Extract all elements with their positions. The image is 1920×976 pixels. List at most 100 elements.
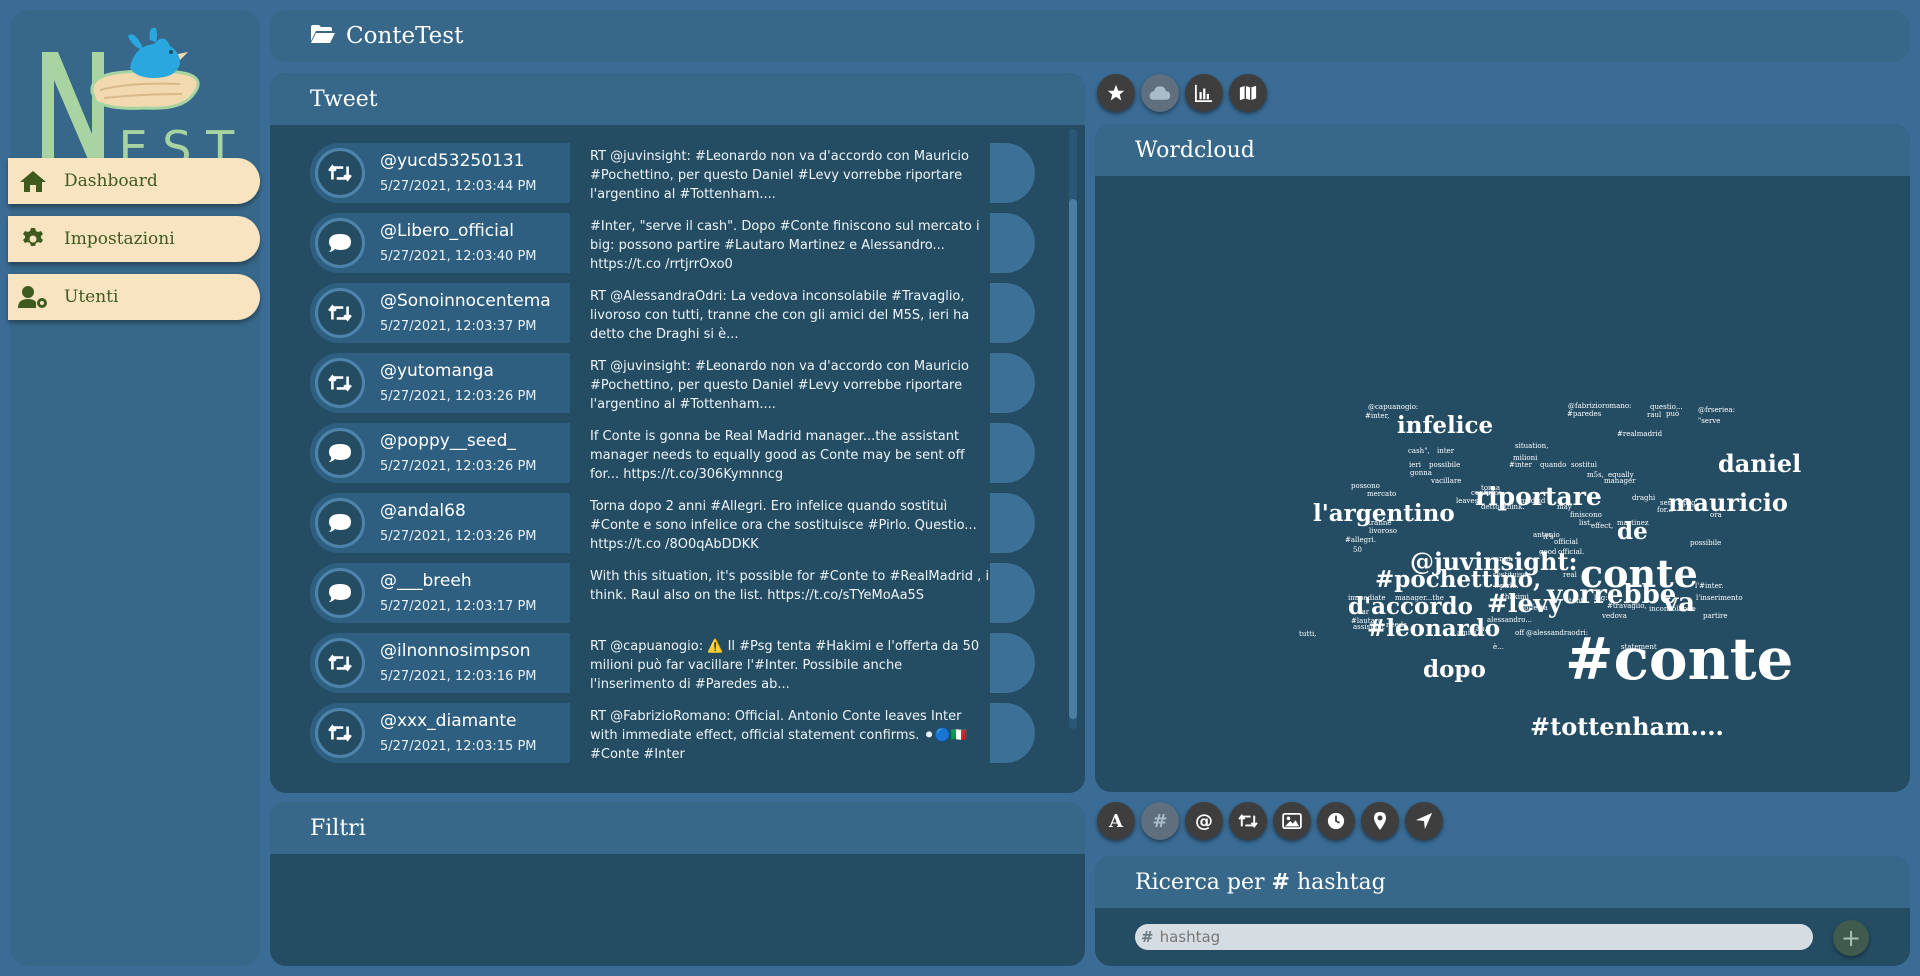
time-filter-button[interactable]: [1317, 802, 1355, 840]
mention-filter-button[interactable]: @: [1185, 802, 1223, 840]
tweet-username[interactable]: @___breeh: [380, 571, 472, 591]
tweet-username[interactable]: @yutomanga: [380, 361, 494, 381]
wordcloud-word[interactable]: #inter: [1509, 462, 1532, 469]
wordcloud-word[interactable]: real: [1563, 572, 1577, 579]
wordcloud-word[interactable]: good: [1539, 549, 1556, 556]
wordcloud-word[interactable]: tranne: [1368, 520, 1392, 527]
geolocation-filter-button[interactable]: [1405, 802, 1443, 840]
wordcloud-word[interactable]: m5s,: [1587, 472, 1604, 479]
wordcloud-word[interactable]: statement: [1621, 644, 1657, 651]
wordcloud-word[interactable]: l'#inter.: [1695, 583, 1724, 590]
wordcloud-word[interactable]: official.: [1558, 549, 1584, 556]
wordcloud-word[interactable]: ora: [1710, 512, 1722, 519]
hashtag-search-box[interactable]: #: [1135, 924, 1813, 950]
wordcloud-word[interactable]: #realmadrid: [1617, 431, 1662, 438]
wordcloud-word[interactable]: think.: [1504, 504, 1525, 511]
wordcloud-word[interactable]: raul: [1647, 412, 1661, 419]
wordcloud-word[interactable]: #pirlo.: [1494, 583, 1519, 590]
wordcloud-word[interactable]: effect,: [1591, 523, 1613, 530]
wordcloud-word[interactable]: 50: [1353, 547, 1362, 554]
wordcloud-word[interactable]: for...: [1657, 507, 1673, 514]
wordcloud-word[interactable]: @frseriea:: [1698, 407, 1735, 414]
wordcloud-word[interactable]: immediate: [1348, 595, 1386, 602]
wordcloud-word[interactable]: #allegri.: [1345, 537, 1376, 544]
tweet-item[interactable]: @Libero_official 5/27/2021, 12:03:40 PM #I…: [310, 213, 1035, 273]
wordcloud-word[interactable]: può: [1666, 411, 1679, 418]
wordcloud-word[interactable]: infelice: [1397, 414, 1493, 437]
tweet-item[interactable]: @___breeh 5/27/2021, 12:03:17 PM With this…: [310, 563, 1035, 623]
tweet-item[interactable]: @Sonoinnocentema 5/27/2021, 12:03:37 PM RT…: [310, 283, 1035, 343]
scrollbar-thumb[interactable]: [1069, 199, 1077, 719]
wordcloud-word[interactable]: manager...the: [1395, 595, 1444, 602]
sidebar-item-users[interactable]: Utenti: [8, 274, 260, 320]
wordcloud-word[interactable]: è...: [1493, 644, 1504, 651]
add-hashtag-button[interactable]: +: [1833, 920, 1869, 956]
wordcloud-word[interactable]: amici: [1457, 630, 1476, 637]
tweet-username[interactable]: @poppy__seed_: [380, 431, 516, 451]
wordcloud-word[interactable]: livoroso: [1369, 528, 1397, 535]
wordcloud-word[interactable]: ab...: [1476, 626, 1491, 633]
wordcloud-word[interactable]: #tottenham....: [1530, 715, 1724, 739]
wordcloud-word[interactable]: possono: [1351, 483, 1380, 490]
wordcloud-word[interactable]: official: [1554, 539, 1578, 546]
image-filter-button[interactable]: [1273, 802, 1311, 840]
wordcloud-word[interactable]: leaves: [1456, 498, 1478, 505]
wordcloud-word[interactable]: anni: [1495, 556, 1510, 563]
wordcloud-word[interactable]: vedova: [1602, 613, 1627, 620]
wordcloud-word[interactable]: daniel: [1718, 452, 1801, 476]
wordcloud-word[interactable]: ieri: [1409, 462, 1421, 469]
wordcloud-word[interactable]: inconsolabile: [1649, 606, 1696, 613]
wordcloud-word[interactable]: #inter,: [1365, 413, 1389, 420]
wordcloud-word[interactable]: possibile: [1690, 540, 1721, 547]
wordcloud-word[interactable]: l'inserimento: [1696, 595, 1743, 602]
tweet-item[interactable]: @xxx_diamante 5/27/2021, 12:03:15 PM RT @F…: [310, 703, 1035, 763]
location-filter-button[interactable]: [1361, 802, 1399, 840]
wordcloud-word[interactable]: #paredes: [1567, 411, 1601, 418]
hashtag-search-input[interactable]: [1159, 928, 1760, 946]
wordcloud-word[interactable]: mercato: [1367, 491, 1396, 498]
wordcloud-word[interactable]: #conte: [1565, 630, 1793, 688]
wordcloud-word[interactable]: draghi: [1632, 495, 1655, 502]
wordcloud-word[interactable]: tutti,: [1299, 631, 1316, 638]
chart-view-button[interactable]: [1185, 74, 1223, 112]
wordcloud-word[interactable]: gonna: [1410, 470, 1432, 477]
wordcloud-word[interactable]: @fabrizioromano:: [1568, 403, 1631, 410]
map-view-button[interactable]: [1229, 74, 1267, 112]
wordcloud-word[interactable]: sostituì: [1571, 462, 1597, 469]
tweet-username[interactable]: @Libero_official: [380, 221, 514, 241]
favorites-button[interactable]: [1097, 74, 1135, 112]
wordcloud-word[interactable]: dopo: [1423, 658, 1486, 681]
tweet-item[interactable]: @ilnonnosimpson 5/27/2021, 12:03:16 PM RT …: [310, 633, 1035, 693]
wordcloud-word[interactable]: l'offerta: [1520, 605, 1548, 612]
wordcloud-word[interactable]: detto: [1481, 504, 1499, 511]
wordcloud-word[interactable]: off: [1515, 630, 1524, 637]
wordcloud-word[interactable]: cash",: [1408, 448, 1430, 455]
sidebar-item-dashboard[interactable]: Dashboard: [8, 158, 260, 204]
wordcloud-word[interactable]: inter: [1437, 448, 1454, 455]
tweet-item[interactable]: @andal68 5/27/2021, 12:03:26 PM Torna dopo…: [310, 493, 1035, 553]
wordcloud-word[interactable]: quando: [1540, 462, 1566, 469]
tweet-item[interactable]: @poppy__seed_ 5/27/2021, 12:03:26 PM If Co…: [310, 423, 1035, 483]
wordcloud-word[interactable]: possibile: [1429, 462, 1460, 469]
wordcloud-word[interactable]: far: [1359, 609, 1369, 616]
tweet-username[interactable]: @ilnonnosimpson: [380, 641, 531, 661]
wordcloud-word[interactable]: #psg: [1677, 500, 1695, 507]
tweet-item[interactable]: @yutomanga 5/27/2021, 12:03:26 PM RT @juvi…: [310, 353, 1035, 413]
wordcloud-word[interactable]: partire: [1703, 613, 1728, 620]
wordcloud-word[interactable]: confirms.: [1471, 490, 1504, 497]
wordcloud-word[interactable]: finiscono: [1570, 512, 1602, 519]
tweet-list[interactable]: @yucd53250131 5/27/2021, 12:03:44 PM RT @j…: [310, 143, 1035, 773]
hashtag-filter-button[interactable]: #: [1141, 802, 1179, 840]
wordcloud-word[interactable]: big:: [1594, 595, 1608, 602]
tweet-item[interactable]: @yucd53250131 5/27/2021, 12:03:44 PM RT @j…: [310, 143, 1035, 203]
wordcloud-word[interactable]: needs: [1386, 622, 1407, 629]
wordcloud-view-button[interactable]: [1141, 74, 1179, 112]
wordcloud-word[interactable]: situation,: [1515, 443, 1548, 450]
wordcloud-word[interactable]: may: [1557, 504, 1572, 511]
tweet-username[interactable]: @andal68: [380, 501, 466, 521]
wordcloud-word[interactable]: alessandro...: [1487, 617, 1532, 624]
tweet-username[interactable]: @xxx_diamante: [380, 711, 517, 731]
retweet-filter-button[interactable]: [1229, 802, 1267, 840]
sidebar-item-settings[interactable]: Impostazioni: [8, 216, 260, 262]
wordcloud-word[interactable]: assistant: [1353, 624, 1385, 631]
